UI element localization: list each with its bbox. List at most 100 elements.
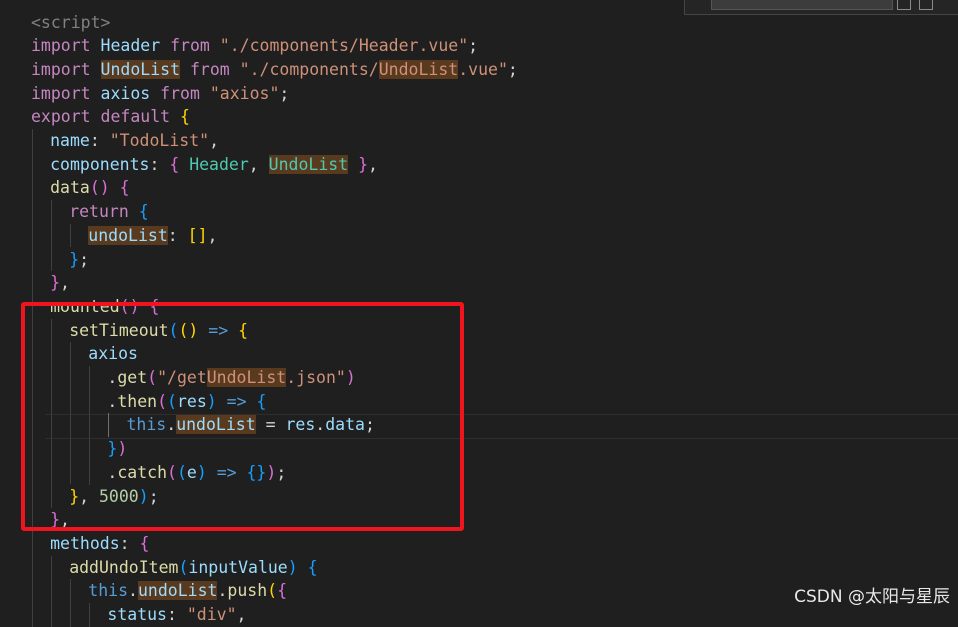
code-token: addUndoItem [69, 557, 179, 577]
code-editor[interactable]: <script> import Header from "./components… [0, 0, 958, 627]
code-token: . [217, 581, 228, 601]
code-line[interactable]: components: { Header, UndoList }, [50, 153, 378, 177]
code-token: { [138, 202, 149, 222]
code-token: : [149, 154, 170, 174]
code-token: ; [468, 36, 479, 56]
code-line[interactable]: methods: { [50, 532, 149, 556]
code-token: from [189, 59, 230, 79]
code-line[interactable]: this.undoList.push({ [88, 579, 287, 603]
code-token: ; [507, 59, 518, 79]
code-token: "./components/ [239, 59, 379, 79]
code-token: , [209, 131, 219, 150]
code-token: ( [267, 581, 278, 601]
find-input[interactable] [711, 0, 893, 10]
code-line[interactable]: import axios from "axios"; [31, 82, 289, 106]
code-token: : [89, 131, 110, 150]
code-line[interactable]: name: "TodoList", [50, 129, 219, 153]
code-token: ; [79, 249, 90, 269]
code-token: from [160, 83, 200, 103]
indent-guide [51, 200, 53, 272]
code-token: { [307, 557, 318, 577]
code-line[interactable]: }, [50, 271, 70, 295]
code-token: import [31, 36, 91, 56]
code-token: , [60, 273, 70, 293]
code-token: Header [189, 154, 249, 174]
code-token: () [89, 178, 110, 198]
code-line[interactable]: export default { [31, 105, 190, 129]
code-token: undoList [88, 225, 168, 245]
code-line[interactable]: }; [69, 248, 89, 272]
indent-guide [70, 579, 72, 627]
code-token: UndoList [100, 59, 181, 79]
code-token: push [227, 581, 268, 601]
code-token: ) [287, 557, 298, 577]
code-line[interactable]: return { [69, 200, 148, 224]
indent-guide [51, 555, 53, 627]
code-token: : [167, 605, 187, 624]
code-token: { [169, 154, 180, 174]
code-token: inputValue [188, 557, 288, 577]
code-token: <script> [31, 12, 111, 32]
code-token: . [128, 581, 138, 601]
indent-guide [89, 603, 91, 627]
code-line[interactable]: import UndoList from "./components/UndoL… [31, 58, 518, 82]
find-widget [684, 0, 958, 15]
code-token: import [31, 83, 91, 103]
code-token: name [50, 131, 90, 150]
code-token: "TodoList" [109, 131, 210, 150]
code-token: [] [187, 225, 208, 245]
code-token: return [69, 202, 129, 222]
match-case-icon[interactable] [897, 0, 911, 10]
code-token: UndoList [268, 154, 349, 174]
code-token: status [107, 605, 167, 624]
code-token: import [31, 59, 91, 79]
code-token: "axios" [209, 83, 280, 103]
code-token: : [167, 225, 188, 245]
code-line[interactable]: <script> [31, 11, 110, 35]
code-token: "div" [186, 605, 237, 624]
code-token: , [248, 154, 269, 174]
red-annotation-box [21, 302, 464, 531]
code-token: methods [50, 533, 120, 553]
code-token: ; [279, 83, 290, 103]
code-line[interactable]: undoList: [], [88, 224, 217, 248]
code-token: "./components/Header.vue" [219, 36, 469, 56]
code-token: , [368, 154, 378, 174]
code-token: undoList [137, 581, 218, 601]
code-token: Header [100, 36, 161, 56]
code-line[interactable]: data() { [50, 176, 130, 200]
code-line[interactable]: addUndoItem(inputValue) { [69, 556, 317, 580]
code-line[interactable]: status: "div", [107, 603, 246, 627]
code-token: from [170, 36, 210, 56]
code-token: UndoList [378, 59, 459, 79]
code-line[interactable]: import Header from "./components/Header.… [31, 34, 478, 58]
code-token: : [119, 533, 140, 553]
code-token: axios [100, 83, 151, 103]
code-token: .vue" [458, 59, 508, 79]
code-token: components [50, 154, 150, 174]
code-token: data [50, 178, 90, 198]
code-token: , [236, 605, 247, 624]
code-token: { [139, 533, 150, 553]
watermark-text: CSDN @太阳与星辰 [794, 587, 950, 607]
code-token: { [277, 581, 288, 601]
code-token: export [31, 107, 91, 127]
regex-icon[interactable] [919, 0, 933, 10]
code-token: , [207, 225, 218, 245]
code-token: } [358, 154, 369, 174]
